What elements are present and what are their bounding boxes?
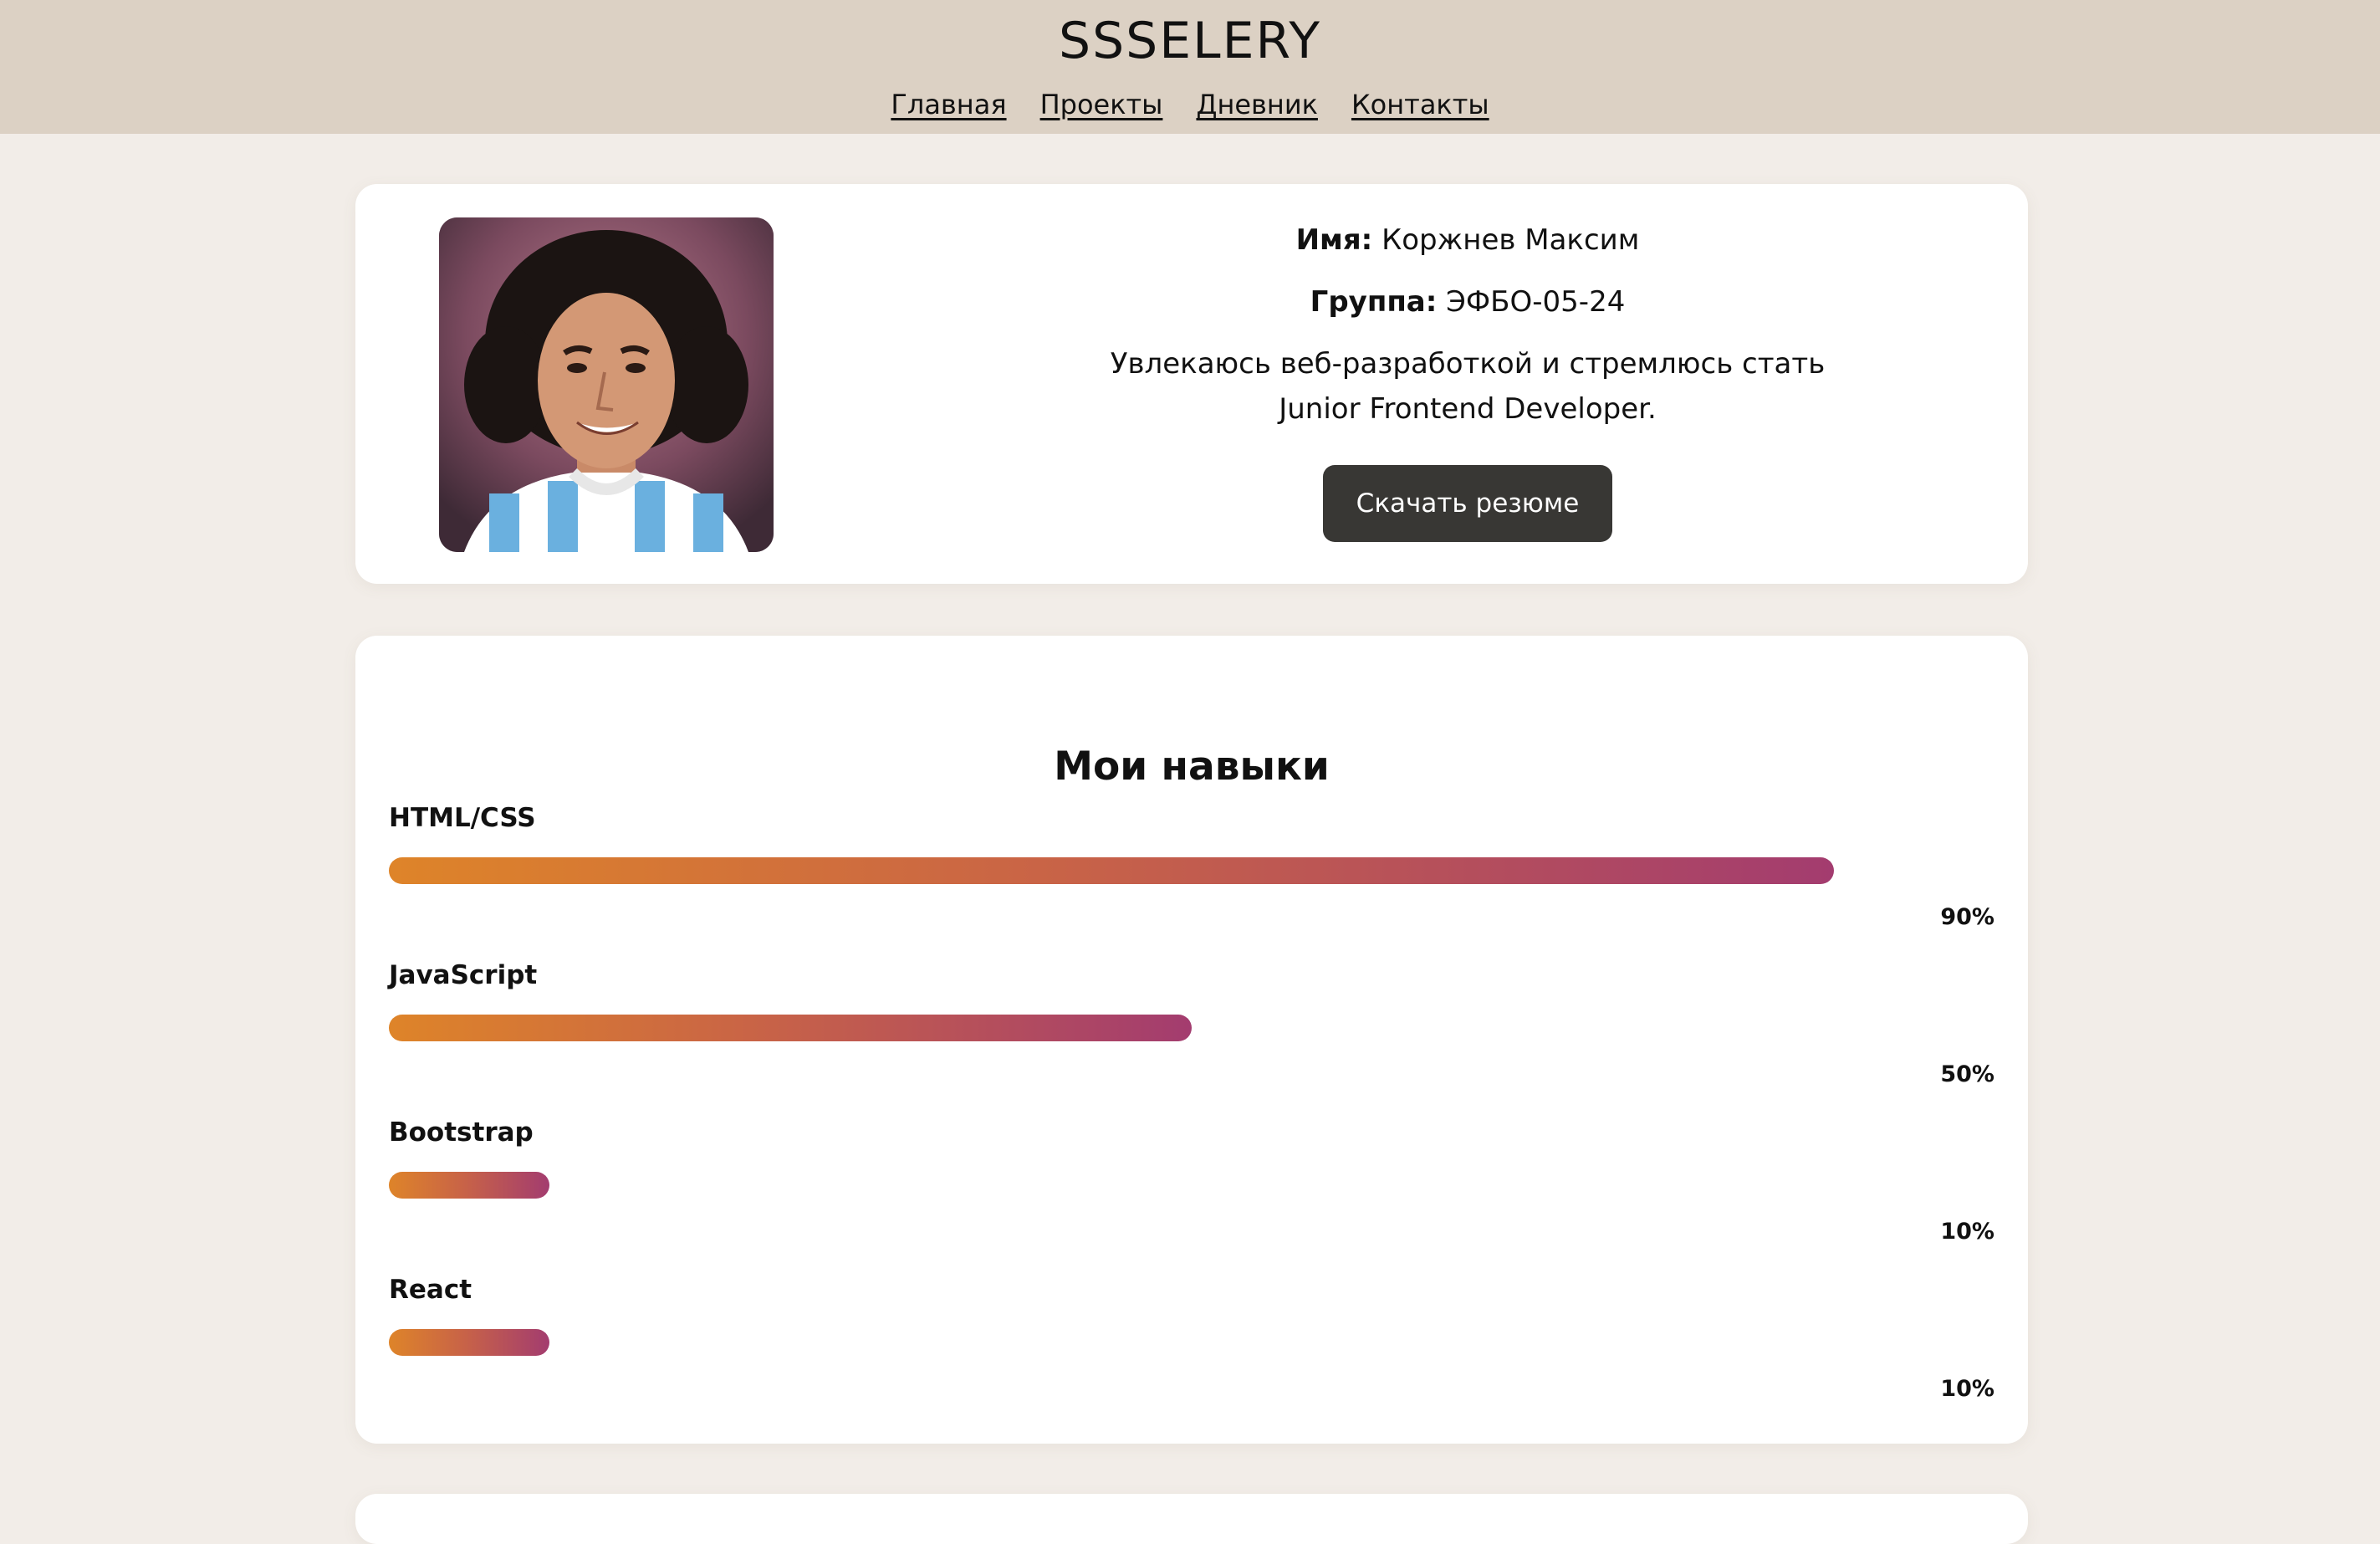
main-nav: Главная Проекты Дневник Контакты	[0, 89, 2380, 120]
skill-percent: 50%	[1940, 1061, 1994, 1087]
profile-photo-illustration	[439, 217, 774, 552]
skill-percent: 10%	[1940, 1376, 1994, 1402]
profile-about: Увлекаюсь веб-разработкой и стремлюсь ст…	[1110, 347, 1826, 426]
skill-item: JavaScript 50%	[389, 960, 1994, 1117]
skill-progress-bar	[389, 1329, 549, 1356]
skill-percent: 90%	[1940, 904, 1994, 930]
nav-link-contacts[interactable]: Контакты	[1351, 89, 1489, 120]
skill-progress-bar	[389, 1172, 549, 1199]
skill-name: HTML/CSS	[389, 803, 536, 833]
skill-progress-track	[389, 1172, 1994, 1199]
skill-name: JavaScript	[389, 960, 538, 990]
nav-link-diary[interactable]: Дневник	[1196, 89, 1318, 120]
skill-progress-track	[389, 1015, 1994, 1041]
profile-name-line: Имя: Коржнев Максим	[1108, 217, 1827, 263]
site-header: SSSELERY Главная Проекты Дневник Контакт…	[0, 0, 2380, 134]
skill-item: React 10%	[389, 1275, 1994, 1432]
site-title[interactable]: SSSELERY	[0, 12, 2380, 70]
skill-progress-bar	[389, 1015, 1192, 1041]
profile-card: Имя: Коржнев Максим Группа: ЭФБО-05-24 У…	[355, 184, 2028, 584]
skill-progress-track	[389, 1329, 1994, 1356]
group-label: Группа:	[1310, 285, 1438, 319]
skill-progress-bar	[389, 857, 1834, 884]
skill-item: HTML/CSS 90%	[389, 803, 1994, 960]
skills-title: Мои навыки	[1054, 744, 1330, 790]
next-section-card	[355, 1494, 2028, 1544]
download-resume-button[interactable]: Скачать резюме	[1322, 465, 1613, 542]
skill-name: Bootstrap	[389, 1117, 534, 1148]
profile-photo	[439, 217, 774, 552]
skill-percent: 10%	[1940, 1219, 1994, 1245]
profile-info: Имя: Коржнев Максим Группа: ЭФБО-05-24 У…	[1108, 217, 1827, 542]
group-value: ЭФБО-05-24	[1446, 285, 1626, 319]
skill-progress-track	[389, 857, 1994, 884]
nav-link-projects[interactable]: Проекты	[1040, 89, 1163, 120]
name-label: Имя:	[1295, 223, 1373, 257]
skill-name: React	[389, 1275, 472, 1305]
skills-card: Мои навыки HTML/CSS 90% JavaScript 50% B…	[355, 636, 2028, 1444]
nav-link-home[interactable]: Главная	[891, 89, 1006, 120]
skill-item: Bootstrap 10%	[389, 1117, 1994, 1275]
profile-group-line: Группа: ЭФБО-05-24	[1108, 279, 1827, 325]
name-value: Коржнев Максим	[1382, 223, 1640, 257]
